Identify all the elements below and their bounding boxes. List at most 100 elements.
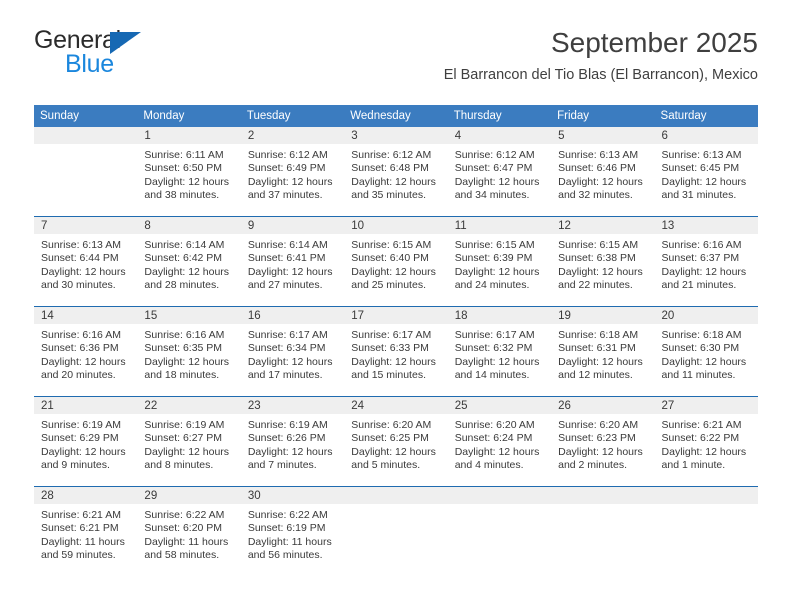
calendar-day-cell[interactable]: 10 Sunrise: 6:15 AM Sunset: 6:40 PM Dayligh…	[344, 216, 448, 307]
calendar-day-cell[interactable]: 15 Sunrise: 6:16 AM Sunset: 6:35 PM Dayligh…	[137, 306, 241, 397]
sunrise-text: Sunrise: 6:17 AM	[351, 329, 432, 341]
sunset-text: Sunset: 6:44 PM	[41, 252, 119, 265]
sunrise-text: Sunrise: 6:20 AM	[558, 419, 639, 431]
day-cell-content: 5 Sunrise: 6:13 AM Sunset: 6:46 PM Daylight…	[551, 127, 655, 216]
calendar-day-cell[interactable]: 30 Sunrise: 6:22 AM Sunset: 6:19 PM Dayligh…	[240, 486, 345, 576]
sunset-text: Sunset: 6:36 PM	[41, 342, 119, 355]
day-number: 8	[137, 217, 241, 234]
day-cell-content: 11 Sunrise: 6:15 AM Sunset: 6:39 PM Dayligh…	[447, 217, 552, 306]
day-details: Sunrise: 6:16 AM Sunset: 6:37 PM Daylight:…	[655, 234, 758, 293]
calendar-day-cell[interactable]: 1 Sunrise: 6:11 AM Sunset: 6:50 PM Daylight…	[137, 127, 241, 217]
daylight-text-line1: Daylight: 12 hours	[247, 445, 333, 458]
calendar-day-cell[interactable]: 12 Sunrise: 6:15 AM Sunset: 6:38 PM Dayligh…	[551, 216, 655, 307]
weekday-header-wednesday: Wednesday	[344, 105, 448, 127]
sunrise-text: Sunrise: 6:11 AM	[144, 149, 224, 161]
daylight-text-line2: and 38 minutes.	[144, 189, 220, 202]
calendar-day-cell[interactable]: 9 Sunrise: 6:14 AM Sunset: 6:41 PM Daylight…	[240, 216, 345, 307]
daylight-text-line1: Daylight: 12 hours	[661, 355, 747, 368]
daylight-text-line2: and 22 minutes.	[558, 279, 633, 292]
day-details: Sunrise: 6:12 AM Sunset: 6:48 PM Daylight:…	[344, 144, 447, 203]
daylight-text-line2: and 9 minutes.	[41, 459, 110, 472]
day-details: Sunrise: 6:19 AM Sunset: 6:26 PM Daylight:…	[241, 414, 344, 473]
calendar-day-cell[interactable]: 21 Sunrise: 6:19 AM Sunset: 6:29 PM Dayligh…	[34, 396, 138, 487]
calendar-day-cell[interactable]: 11 Sunrise: 6:15 AM Sunset: 6:39 PM Dayligh…	[447, 216, 552, 307]
calendar-day-cell[interactable]: 23 Sunrise: 6:19 AM Sunset: 6:26 PM Dayligh…	[240, 396, 345, 487]
sunset-text: Sunset: 6:42 PM	[144, 252, 223, 265]
calendar-day-cell[interactable]: 18 Sunrise: 6:17 AM Sunset: 6:32 PM Dayligh…	[447, 306, 552, 397]
day-cell-content: 25 Sunrise: 6:20 AM Sunset: 6:24 PM Dayligh…	[447, 397, 552, 486]
calendar-day-cell[interactable]: 27 Sunrise: 6:21 AM Sunset: 6:22 PM Dayligh…	[654, 396, 758, 487]
calendar-day-cell[interactable]: 7 Sunrise: 6:13 AM Sunset: 6:44 PM Daylight…	[34, 216, 138, 307]
calendar-day-cell[interactable]: 25 Sunrise: 6:20 AM Sunset: 6:24 PM Dayligh…	[447, 396, 552, 487]
daylight-text-line1: Daylight: 12 hours	[247, 355, 333, 368]
daylight-text-line2: and 12 minutes.	[558, 369, 633, 382]
day-number: 12	[551, 217, 655, 234]
day-cell-content: 27 Sunrise: 6:21 AM Sunset: 6:22 PM Dayligh…	[654, 397, 758, 486]
calendar-day-cell[interactable]: 16 Sunrise: 6:17 AM Sunset: 6:34 PM Dayligh…	[240, 306, 345, 397]
calendar-day-cell[interactable]: 22 Sunrise: 6:19 AM Sunset: 6:27 PM Dayligh…	[137, 396, 241, 487]
daylight-text-line1: Daylight: 11 hours	[144, 535, 229, 548]
daylight-text-line2: and 58 minutes.	[144, 549, 220, 562]
calendar-day-cell	[551, 486, 655, 576]
day-number: 26	[551, 397, 655, 414]
day-number	[34, 127, 138, 144]
sunrise-text: Sunrise: 6:17 AM	[454, 329, 535, 341]
daylight-text-line2: and 35 minutes.	[351, 189, 426, 202]
day-cell-content: 20 Sunrise: 6:18 AM Sunset: 6:30 PM Dayligh…	[654, 307, 758, 396]
calendar-day-cell[interactable]: 26 Sunrise: 6:20 AM Sunset: 6:23 PM Dayligh…	[551, 396, 655, 487]
calendar-day-cell[interactable]: 28 Sunrise: 6:21 AM Sunset: 6:21 PM Dayligh…	[34, 486, 138, 576]
calendar-day-cell[interactable]: 29 Sunrise: 6:22 AM Sunset: 6:20 PM Dayligh…	[137, 486, 241, 576]
day-details: Sunrise: 6:19 AM Sunset: 6:29 PM Daylight:…	[34, 414, 137, 473]
calendar-day-cell[interactable]: 2 Sunrise: 6:12 AM Sunset: 6:49 PM Daylight…	[240, 127, 345, 217]
calendar-day-cell[interactable]: 13 Sunrise: 6:16 AM Sunset: 6:37 PM Dayligh…	[654, 216, 758, 307]
calendar-day-cell[interactable]: 14 Sunrise: 6:16 AM Sunset: 6:36 PM Dayligh…	[34, 306, 138, 397]
day-details: Sunrise: 6:16 AM Sunset: 6:36 PM Daylight:…	[34, 324, 137, 383]
calendar-day-cell[interactable]: 20 Sunrise: 6:18 AM Sunset: 6:30 PM Dayligh…	[654, 306, 758, 397]
calendar-day-cell[interactable]: 8 Sunrise: 6:14 AM Sunset: 6:42 PM Daylight…	[137, 216, 241, 307]
calendar-day-cell[interactable]: 5 Sunrise: 6:13 AM Sunset: 6:46 PM Daylight…	[551, 127, 655, 217]
day-details: Sunrise: 6:13 AM Sunset: 6:44 PM Daylight:…	[34, 234, 137, 293]
day-cell-content: 30 Sunrise: 6:22 AM Sunset: 6:19 PM Dayligh…	[240, 487, 345, 576]
calendar-day-cell[interactable]: 6 Sunrise: 6:13 AM Sunset: 6:45 PM Daylight…	[654, 127, 758, 217]
sunset-text: Sunset: 6:30 PM	[661, 342, 740, 355]
sunrise-text: Sunrise: 6:21 AM	[661, 419, 742, 431]
daylight-text-line2: and 31 minutes.	[661, 189, 737, 202]
calendar-day-cell[interactable]: 24 Sunrise: 6:20 AM Sunset: 6:25 PM Dayligh…	[344, 396, 448, 487]
sunset-text: Sunset: 6:22 PM	[661, 432, 740, 445]
day-number: 18	[447, 307, 552, 324]
day-cell-content	[551, 487, 655, 576]
daylight-text-line1: Daylight: 12 hours	[351, 355, 436, 368]
day-details: Sunrise: 6:21 AM Sunset: 6:21 PM Daylight:…	[34, 504, 137, 563]
general-blue-logo[interactable]: General Blue	[34, 26, 244, 86]
day-number	[344, 487, 448, 504]
sunrise-text: Sunrise: 6:13 AM	[661, 149, 742, 161]
sunrise-text: Sunrise: 6:14 AM	[144, 239, 225, 251]
daylight-text-line2: and 59 minutes.	[41, 549, 116, 562]
day-details: Sunrise: 6:15 AM Sunset: 6:40 PM Daylight:…	[344, 234, 447, 293]
day-cell-content: 29 Sunrise: 6:22 AM Sunset: 6:20 PM Dayligh…	[137, 487, 241, 576]
daylight-text-line1: Daylight: 12 hours	[661, 445, 747, 458]
sunset-text: Sunset: 6:41 PM	[247, 252, 326, 265]
calendar-day-cell[interactable]: 4 Sunrise: 6:12 AM Sunset: 6:47 PM Daylight…	[447, 127, 552, 217]
day-number: 16	[240, 307, 345, 324]
daylight-text-line2: and 4 minutes.	[454, 459, 524, 472]
day-cell-content	[344, 487, 448, 576]
sunset-text: Sunset: 6:35 PM	[144, 342, 223, 355]
day-number	[551, 487, 655, 504]
calendar-day-cell[interactable]: 19 Sunrise: 6:18 AM Sunset: 6:31 PM Dayligh…	[551, 306, 655, 397]
sunset-text: Sunset: 6:40 PM	[351, 252, 429, 265]
day-details: Sunrise: 6:12 AM Sunset: 6:47 PM Daylight:…	[448, 144, 551, 203]
calendar-week-row: 1 Sunrise: 6:11 AM Sunset: 6:50 PM Daylight…	[34, 127, 758, 217]
day-number: 1	[137, 127, 241, 144]
day-cell-content: 1 Sunrise: 6:11 AM Sunset: 6:50 PM Daylight…	[137, 127, 241, 216]
sunset-text: Sunset: 6:23 PM	[558, 432, 636, 445]
day-details: Sunrise: 6:20 AM Sunset: 6:23 PM Daylight:…	[551, 414, 654, 473]
calendar-day-cell[interactable]: 3 Sunrise: 6:12 AM Sunset: 6:48 PM Daylight…	[344, 127, 448, 217]
sunrise-text: Sunrise: 6:14 AM	[247, 239, 328, 251]
sunset-text: Sunset: 6:49 PM	[247, 162, 326, 175]
day-details: Sunrise: 6:21 AM Sunset: 6:22 PM Daylight:…	[655, 414, 758, 473]
calendar-day-cell[interactable]: 17 Sunrise: 6:17 AM Sunset: 6:33 PM Dayligh…	[344, 306, 448, 397]
daylight-text-line1: Daylight: 12 hours	[351, 445, 436, 458]
day-number: 3	[344, 127, 448, 144]
daylight-text-line1: Daylight: 11 hours	[41, 535, 125, 548]
